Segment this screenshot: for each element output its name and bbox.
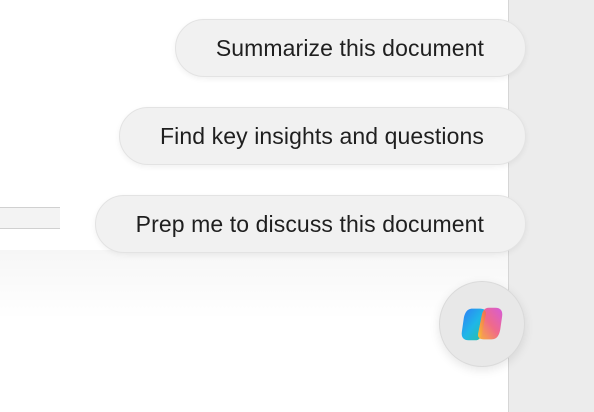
suggestion-label: Summarize this document	[215, 34, 484, 61]
suggestion-label: Find key insights and questions	[159, 122, 484, 149]
suggestion-label: Prep me to discuss this document	[135, 210, 484, 237]
document-shadow	[0, 250, 508, 320]
document-divider	[0, 207, 60, 229]
copilot-button[interactable]	[439, 281, 525, 367]
suggestion-prep-discuss-button[interactable]: Prep me to discuss this document	[94, 195, 526, 253]
suggestion-summarize-button[interactable]: Summarize this document	[174, 19, 526, 77]
copilot-logo-icon	[459, 301, 505, 347]
suggestion-key-insights-button[interactable]: Find key insights and questions	[118, 107, 526, 165]
